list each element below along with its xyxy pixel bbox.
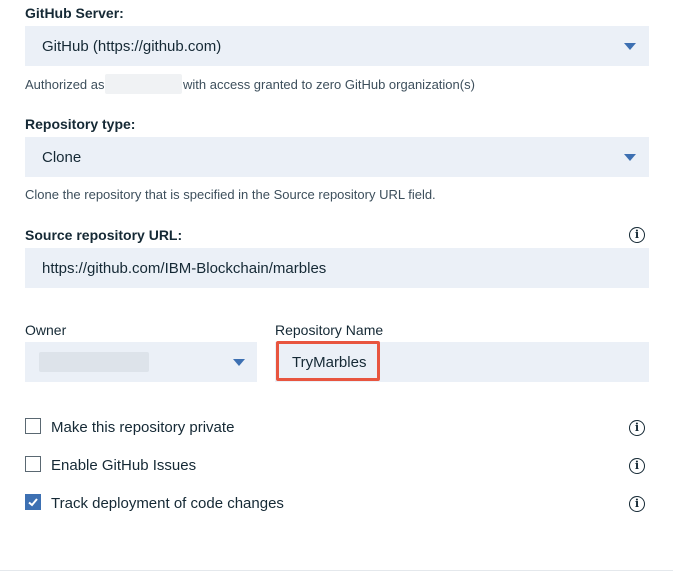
redacted-username xyxy=(105,74,182,94)
owner-label: Owner xyxy=(25,322,67,338)
repo-name-label: Repository Name xyxy=(275,322,384,338)
issues-checkbox-label: Enable GitHub Issues xyxy=(51,457,197,474)
divider xyxy=(0,570,673,571)
redacted-owner xyxy=(39,352,149,372)
highlight-box xyxy=(276,341,380,381)
chevron-down-icon xyxy=(624,43,636,50)
repository-type-label: Repository type: xyxy=(25,116,136,132)
auth-suffix: with access granted to zero GitHub organ… xyxy=(183,77,475,92)
github-server-select[interactable]: GitHub (https://github.com) xyxy=(25,26,649,66)
github-server-label: GitHub Server: xyxy=(25,5,124,21)
checkmark-icon xyxy=(28,498,38,507)
info-icon[interactable]: i xyxy=(629,420,645,436)
auth-prefix: Authorized as xyxy=(25,77,105,92)
repository-type-helper: Clone the repository that is specified i… xyxy=(25,187,436,202)
repository-type-selected: Clone xyxy=(42,149,82,166)
info-icon[interactable]: i xyxy=(629,227,645,243)
source-url-value: https://github.com/IBM-Blockchain/marble… xyxy=(42,260,327,277)
private-checkbox-label: Make this repository private xyxy=(51,419,235,436)
track-deploy-checkbox[interactable] xyxy=(25,494,41,510)
info-icon[interactable]: i xyxy=(629,496,645,512)
github-server-selected: GitHub (https://github.com) xyxy=(42,38,222,55)
track-deploy-checkbox-label: Track deployment of code changes xyxy=(51,495,284,512)
owner-select[interactable] xyxy=(25,342,257,382)
source-url-label: Source repository URL: xyxy=(25,227,183,243)
chevron-down-icon xyxy=(624,154,636,161)
info-icon[interactable]: i xyxy=(629,458,645,474)
repository-type-select[interactable]: Clone xyxy=(25,137,649,177)
source-url-input[interactable]: https://github.com/IBM-Blockchain/marble… xyxy=(25,248,649,288)
issues-checkbox[interactable] xyxy=(25,456,41,472)
private-checkbox[interactable] xyxy=(25,418,41,434)
chevron-down-icon xyxy=(233,359,245,366)
